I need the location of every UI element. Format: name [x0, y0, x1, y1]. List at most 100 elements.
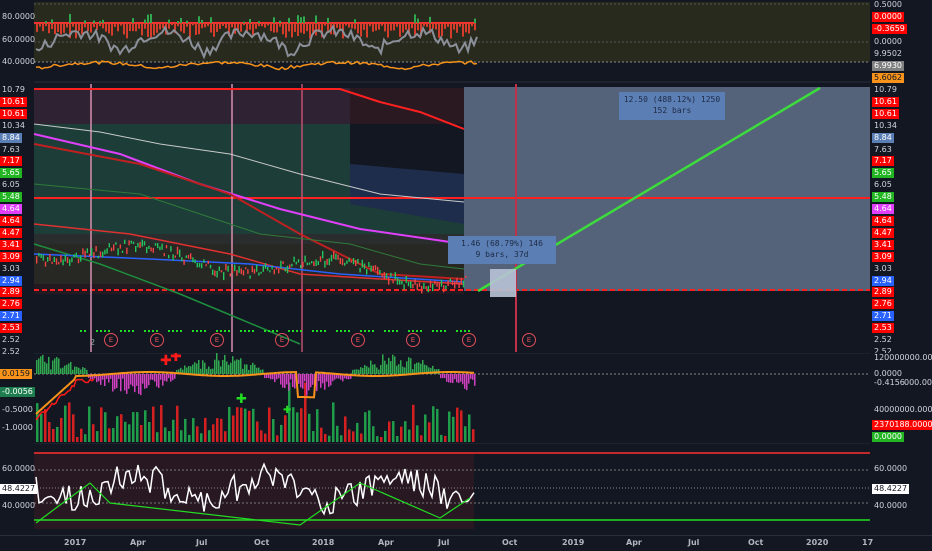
macd-left-badge-0: 0.0159: [0, 369, 32, 379]
main-left-badge-7: 5.65: [0, 168, 22, 179]
earnings-icon[interactable]: E: [150, 333, 164, 347]
macd-volume-svg: ✚ ✚ ✚ ✚: [34, 353, 870, 442]
time-label-6: Jul: [438, 538, 450, 547]
main-right-badge-11: 4.64: [872, 216, 894, 226]
main-left-badge-13: 3.41: [0, 239, 22, 250]
main-right-badge-2: 10.61: [872, 108, 899, 119]
earnings-icon[interactable]: E: [462, 333, 476, 347]
top-right-badge-5: 6.9930: [872, 60, 904, 71]
time-label-0: 2017: [64, 538, 87, 547]
main-right-badge-21: 2.52: [872, 335, 894, 346]
projection-info-small-line2: 9 bars, 37d: [475, 250, 529, 259]
top-left-tick-1: 60.0000: [2, 35, 36, 44]
rsi-right-tick-1: 48.4227: [872, 484, 910, 494]
main-left-badge-1: 10.61: [0, 96, 27, 107]
main-right-badge-5: 7.63: [872, 144, 894, 155]
main-left-badge-18: 2.76: [0, 299, 22, 310]
macd-right-badge-2: -0.4156: [872, 378, 907, 388]
main-left-badge-21: 2.52: [0, 335, 22, 346]
main-right-badge-4: 8.84: [872, 132, 894, 143]
macd-volume-pane[interactable]: ✚ ✚ ✚ ✚: [0, 353, 932, 442]
svg-text:✚: ✚: [170, 353, 182, 365]
main-right-badge-18: 2.76: [872, 299, 894, 310]
earnings-icon[interactable]: E: [210, 333, 224, 347]
main-left-badge-15: 3.03: [0, 263, 22, 274]
main-right-badge-9: 5.48: [872, 192, 894, 203]
top-right-badge-3: 0.0000: [872, 36, 904, 47]
main-price-svg: [33, 84, 870, 352]
macd-left-badge-3: -1.0000: [0, 423, 35, 433]
time-label-4: 2018: [312, 538, 335, 547]
main-right-badge-7: 5.65: [872, 168, 894, 179]
main-right-badge-20: 2.53: [872, 323, 894, 334]
main-right-badge-15: 3.03: [872, 263, 894, 274]
rsi-pane[interactable]: [0, 443, 932, 535]
main-left-badge-20: 2.53: [0, 323, 22, 334]
main-left-badge-6: 7.17: [0, 156, 22, 167]
time-label-9: Apr: [626, 538, 642, 547]
time-label-13: 17: [862, 538, 874, 547]
earnings-icon[interactable]: E: [406, 333, 420, 347]
time-label-11: Oct: [748, 538, 764, 547]
main-right-badge-12: 4.47: [872, 227, 894, 238]
main-right-badge-16: 2.94: [872, 275, 894, 286]
earnings-icon[interactable]: E: [351, 333, 365, 347]
macd-right-badge-4: 2370188.0000: [872, 420, 932, 430]
main-left-badge-17: 2.89: [0, 287, 22, 298]
main-left-badge-5: 7.63: [0, 144, 22, 155]
main-left-badge-11: 4.64: [0, 216, 22, 226]
projection-info-big: 12.50 (488.12%) 1250 152 bars: [619, 92, 725, 120]
projection-info-big-line1: 12.50 (488.12%) 1250: [623, 95, 721, 104]
top-oscillator-pane[interactable]: [0, 0, 932, 83]
top-right-badge-0: 0.5000: [872, 0, 904, 10]
main-right-badge-10: 4.64: [872, 204, 894, 215]
time-label-5: Apr: [378, 538, 394, 547]
main-right-badge-3: 10.34: [872, 120, 899, 131]
svg-text:✚: ✚: [236, 392, 247, 407]
macd-right-badge-5: 0.0000: [872, 432, 904, 442]
top-right-badge-4: 9.9502: [872, 48, 904, 59]
main-left-badge-4: 8.84: [0, 132, 22, 143]
time-label-12: 2020: [806, 538, 829, 547]
main-left-badge-3: 10.34: [0, 120, 27, 131]
macd-right-badge-3: 40000000.0000: [872, 405, 932, 415]
main-right-badge-6: 7.17: [872, 156, 894, 167]
main-price-pane[interactable]: [0, 84, 932, 352]
bar-marker-2: 2: [90, 338, 96, 347]
main-right-badge-13: 3.41: [872, 239, 894, 250]
main-left-badge-19: 2.71: [0, 311, 22, 322]
earnings-icon[interactable]: E: [275, 333, 289, 347]
time-label-1: Apr: [130, 538, 146, 547]
rsi-left-tick-1: 48.4227: [0, 484, 38, 494]
main-left-badge-9: 5.48: [0, 192, 22, 203]
main-left-badge-2: 10.61: [0, 108, 27, 119]
rsi-svg: [34, 443, 870, 535]
earnings-icon[interactable]: E: [104, 333, 118, 347]
main-right-badge-8: 6.05: [872, 180, 894, 191]
main-left-badge-10: 4.64: [0, 204, 22, 215]
macd-left-badge-2: -0.5000: [0, 405, 35, 415]
projection-info-small-line1: 1.46 (68.79%) 146: [461, 239, 543, 248]
main-right-badge-1: 10.61: [872, 96, 899, 107]
projection-info-small: 1.46 (68.79%) 146 9 bars, 37d: [448, 236, 556, 264]
top-oscillator-svg: [34, 2, 870, 83]
main-left-badge-12: 4.47: [0, 227, 22, 238]
earnings-icon[interactable]: E: [522, 333, 536, 347]
macd-right-extra-label: 000.00: [904, 378, 932, 387]
main-left-badge-8: 6.05: [0, 180, 22, 191]
rsi-left-tick-2: 40.0000: [2, 501, 36, 510]
time-label-2: Jul: [196, 538, 208, 547]
rsi-right-tick-0: 60.0000: [874, 464, 908, 473]
main-right-badge-14: 3.09: [872, 251, 894, 262]
rsi-left-tick-0: 60.0000: [2, 464, 36, 473]
main-left-badge-16: 2.94: [0, 275, 22, 286]
top-right-badge-2: -0.3659: [872, 24, 907, 35]
rsi-right-tick-2: 40.0000: [874, 501, 908, 510]
top-left-tick-2: 40.0000: [2, 57, 36, 66]
main-right-badge-17: 2.89: [872, 287, 894, 298]
main-right-badge-0: 10.79: [872, 85, 899, 95]
top-right-badge-1: 0.0000: [872, 12, 904, 23]
macd-left-badge-1: -0.0056: [0, 387, 35, 397]
main-left-badge-14: 3.09: [0, 251, 22, 262]
svg-text:✚: ✚: [283, 405, 291, 416]
